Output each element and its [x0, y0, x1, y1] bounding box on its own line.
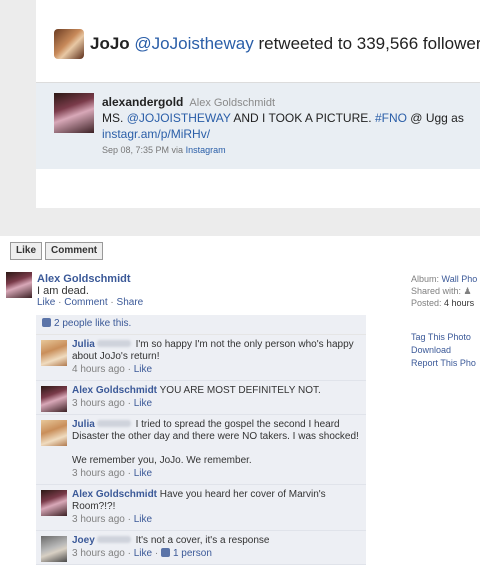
tweet-source: Instagram: [185, 145, 226, 155]
posted-label: Posted:: [411, 298, 442, 308]
shared-label: Shared with:: [411, 286, 462, 296]
retweeter-handle: @JoJoistheway: [134, 34, 254, 53]
avatar[interactable]: [41, 386, 67, 412]
redacted-surname: [96, 340, 131, 347]
post-text: I am dead.: [37, 285, 89, 297]
comment-author[interactable]: Alex Goldschmidt: [72, 489, 157, 500]
retweet-header: JoJo @JoJoistheway retweeted to 339,566 …: [90, 34, 480, 54]
avatar[interactable]: [41, 536, 67, 562]
posted-value: 4 hours: [444, 298, 475, 308]
report-photo-link[interactable]: Report This Pho: [411, 357, 476, 370]
like-button[interactable]: Like: [10, 242, 43, 260]
avatar[interactable]: [41, 340, 67, 366]
photo-info: Album: Wall Pho Shared with: ♟ Posted: 4…: [411, 273, 477, 309]
comment-button[interactable]: Comment: [45, 242, 104, 260]
comment-time[interactable]: 3 hours ago: [72, 548, 125, 559]
avatar[interactable]: [41, 420, 67, 446]
tweet-text-mid: AND I TOOK A PICTURE.: [233, 111, 372, 125]
comment-author[interactable]: Alex Goldschmidt: [72, 385, 157, 396]
tweet-text: MS. @JOJOISTHEWAY AND I TOOK A PICTURE. …: [102, 111, 464, 125]
comment-feed: 2 people like this. Julia I'm so happy I…: [36, 315, 366, 565]
redacted-surname: [96, 536, 131, 543]
tweet-mention: @JOJOISTHEWAY: [126, 111, 231, 125]
comment-time[interactable]: 4 hours ago: [72, 364, 125, 375]
comment-likes-count[interactable]: 1 person: [173, 548, 212, 559]
comment-meta: 3 hours ago · Like: [72, 398, 153, 409]
comment-author[interactable]: Joey: [72, 535, 95, 546]
post-author[interactable]: Alex Goldschmidt: [37, 273, 131, 285]
jojo-avatar: [54, 29, 84, 59]
comment-like-link[interactable]: Like: [134, 514, 152, 525]
comment-like-link[interactable]: Like: [134, 468, 152, 479]
comment-like-link[interactable]: Like: [134, 548, 152, 559]
album-link[interactable]: Wall Pho: [442, 274, 478, 284]
comment-time[interactable]: 3 hours ago: [72, 468, 125, 479]
comment-time[interactable]: 3 hours ago: [72, 398, 125, 409]
comment-meta: 3 hours ago · Like: [72, 468, 153, 479]
photo-viewer: JoJo @JoJoistheway retweeted to 339,566 …: [0, 0, 480, 236]
photo-actions: Like Comment: [10, 242, 104, 260]
comment-item: Alex Goldschmidt YOU ARE MOST DEFINITELY…: [36, 381, 366, 415]
comment-item: Julia I tried to spread the gospel the s…: [36, 415, 366, 485]
comment-text-continued: We remember you, JoJo. We remember.: [72, 455, 252, 466]
tag-photo-link[interactable]: Tag This Photo: [411, 331, 476, 344]
comment-meta: 3 hours ago · Like · 1 person: [72, 548, 212, 559]
post-share-link[interactable]: Share: [117, 297, 144, 308]
retweet-text: retweeted to 339,566 followers:: [258, 34, 480, 53]
comment-like-link[interactable]: Like: [134, 398, 152, 409]
comment-meta: 4 hours ago · Like: [72, 364, 153, 375]
tweet-header: alexandergold Alex Goldschmidt: [102, 95, 275, 109]
post-like-link[interactable]: Like: [37, 297, 55, 308]
redacted-surname: [96, 420, 131, 427]
thumbs-up-icon: [42, 318, 51, 327]
comment-item: Joey It's not a cover, it's a response 3…: [36, 531, 366, 565]
avatar[interactable]: [41, 490, 67, 516]
comment-text: It's not a cover, it's a response: [135, 535, 270, 546]
tweet-text-prefix: MS.: [102, 111, 124, 125]
tweet-author-avatar: [54, 93, 94, 133]
tweet-card: JoJo @JoJoistheway retweeted to 339,566 …: [36, 0, 480, 208]
tweet-meta: Sep 08, 7:35 PM via Instagram: [102, 145, 226, 155]
comment-time[interactable]: 3 hours ago: [72, 514, 125, 525]
album-label: Album:: [411, 274, 440, 284]
post-action-links: Like · Comment · Share: [37, 297, 144, 308]
tweet-fullname: Alex Goldschmidt: [189, 97, 276, 109]
comment-item: Julia I'm so happy I'm not the only pers…: [36, 335, 366, 381]
thumbs-up-icon: [160, 548, 170, 557]
tweet: alexandergold Alex Goldschmidt MS. @JOJO…: [36, 83, 480, 169]
people-icon: ♟: [463, 286, 472, 296]
download-link[interactable]: Download: [411, 344, 476, 357]
comment-meta: 3 hours ago · Like: [72, 514, 153, 525]
tweet-link: instagr.am/p/MiRHv/: [102, 127, 211, 141]
likes-text[interactable]: 2 people like this.: [54, 318, 131, 329]
photo-options: Tag This Photo Download Report This Pho: [411, 331, 476, 370]
likes-summary[interactable]: 2 people like this.: [36, 315, 366, 335]
tweet-username: alexandergold: [102, 95, 184, 109]
comment-author[interactable]: Julia: [72, 419, 95, 430]
comment-item: Alex Goldschmidt Have you heard her cove…: [36, 485, 366, 531]
comment-text: YOU ARE MOST DEFINITELY NOT.: [159, 385, 321, 396]
comment-like-link[interactable]: Like: [134, 364, 152, 375]
tweet-text-suffix: @ Ugg as: [410, 111, 464, 125]
tweet-hashtag: #FNO: [374, 111, 407, 125]
post-comment-link[interactable]: Comment: [64, 297, 107, 308]
avatar[interactable]: [6, 272, 32, 298]
retweeter-name: JoJo: [90, 34, 130, 53]
comment-author[interactable]: Julia: [72, 339, 95, 350]
tweet-time: Sep 08, 7:35 PM via: [102, 145, 184, 155]
